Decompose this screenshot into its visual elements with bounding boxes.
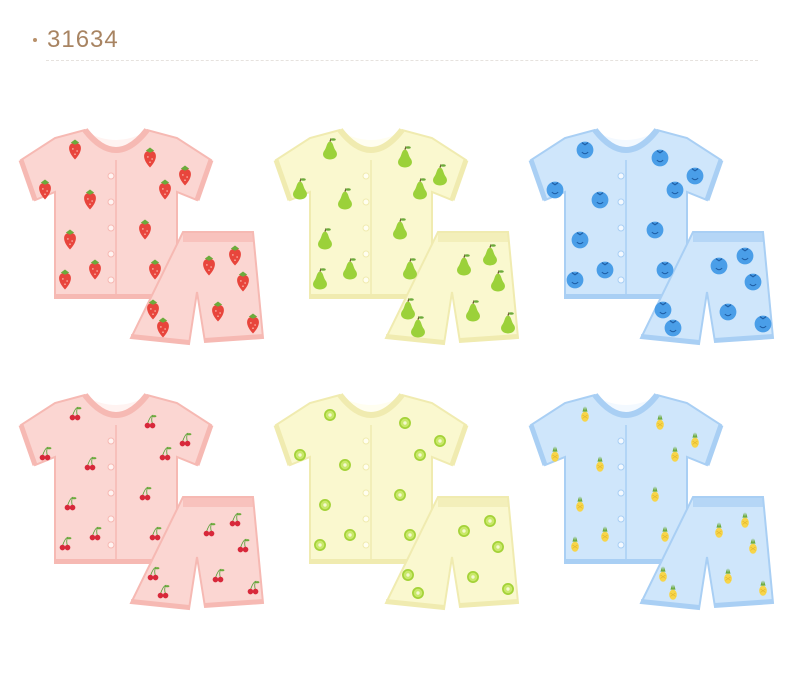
- pajama-illustration-blueberry: [528, 128, 775, 346]
- pajama-illustration-cherry: [18, 393, 265, 611]
- pajama-illustration-pineapple: [528, 393, 775, 611]
- pajama-set-pink-cherry[interactable]: [15, 385, 265, 615]
- pajama-set-blue-pineapple[interactable]: [525, 385, 775, 615]
- pajama-set-pink-strawberry[interactable]: [15, 120, 265, 350]
- pajama-illustration-strawberry: [18, 128, 265, 346]
- pajama-set-grid: [0, 0, 790, 678]
- pajama-illustration-kiwi: [273, 393, 520, 611]
- pajama-set-blue-blueberry[interactable]: [525, 120, 775, 350]
- pajama-set-yellow-kiwi[interactable]: [270, 385, 520, 615]
- pajama-illustration-pear: [273, 128, 520, 346]
- pajama-set-yellow-pear[interactable]: [270, 120, 520, 350]
